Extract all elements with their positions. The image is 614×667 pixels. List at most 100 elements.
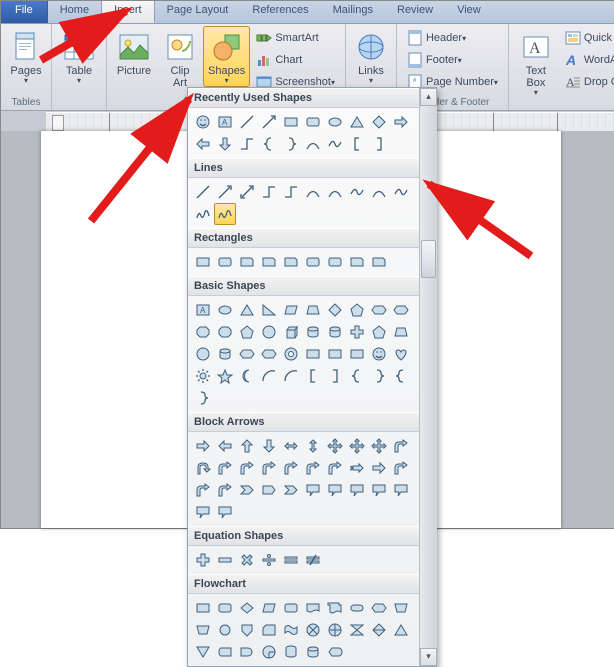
shape-free[interactable] xyxy=(390,181,412,203)
shape-lbrk[interactable] xyxy=(302,365,324,387)
tab-page-layout[interactable]: Page Layout xyxy=(155,1,241,23)
shape-elbow[interactable] xyxy=(258,181,280,203)
shape-cross[interactable] xyxy=(346,321,368,343)
shape-trap[interactable] xyxy=(302,299,324,321)
shape-roundrect[interactable] xyxy=(214,251,236,273)
shape-minus[interactable] xyxy=(214,549,236,571)
shape-roundrect[interactable] xyxy=(302,111,324,133)
shape-fcdisp[interactable] xyxy=(324,641,346,663)
shape-fcdata[interactable] xyxy=(258,597,280,619)
shape-fcstore[interactable] xyxy=(214,641,236,663)
wordart-button[interactable]: AWordArt ▾ xyxy=(561,50,614,70)
shape-rect[interactable] xyxy=(280,111,302,133)
shape-fcdisk[interactable] xyxy=(302,641,324,663)
shape-rect[interactable] xyxy=(324,343,346,365)
smartart-button[interactable]: SmartArt xyxy=(252,28,339,48)
shape-rtri[interactable] xyxy=(258,299,280,321)
shape-fcseq[interactable] xyxy=(258,641,280,663)
shape-fcsum[interactable] xyxy=(302,619,324,641)
drop-cap-button[interactable]: ADrop Cap ▾ xyxy=(561,72,614,92)
shape-diamond[interactable] xyxy=(324,299,346,321)
shape-rect[interactable] xyxy=(346,343,368,365)
shape-cube[interactable] xyxy=(280,321,302,343)
shape-lbrace[interactable] xyxy=(346,365,368,387)
tab-review[interactable]: Review xyxy=(385,1,445,23)
shape-fcoff[interactable] xyxy=(236,619,258,641)
quick-parts-button[interactable]: Quick Parts ▾ xyxy=(561,28,614,48)
shape-plus[interactable] xyxy=(192,549,214,571)
shape-smiley[interactable] xyxy=(368,343,390,365)
shape-hex[interactable] xyxy=(258,343,280,365)
shape-arc[interactable] xyxy=(258,365,280,387)
shape-rarrow[interactable] xyxy=(192,435,214,457)
shape-tri[interactable] xyxy=(236,299,258,321)
shape-bent[interactable] xyxy=(280,457,302,479)
shape-pent[interactable] xyxy=(368,321,390,343)
shape-elbow[interactable] xyxy=(280,181,302,203)
shape-notched[interactable] xyxy=(346,457,368,479)
shape-free[interactable] xyxy=(346,181,368,203)
shape-chevron[interactable] xyxy=(236,479,258,501)
shape-cyl[interactable] xyxy=(302,321,324,343)
shape-snip[interactable] xyxy=(236,251,258,273)
shapes-button[interactable]: Shapes▾ xyxy=(203,26,250,87)
shape-uarrow[interactable] xyxy=(236,435,258,457)
shape-curve[interactable] xyxy=(368,181,390,203)
shape-hex[interactable] xyxy=(368,299,390,321)
shape-elbow[interactable] xyxy=(236,133,258,155)
shape-textbox[interactable]: A xyxy=(192,299,214,321)
shape-line[interactable] xyxy=(236,111,258,133)
shape-diamond[interactable] xyxy=(368,111,390,133)
shape-curve[interactable] xyxy=(324,181,346,203)
shape-hex[interactable] xyxy=(236,343,258,365)
shape-fcterm[interactable] xyxy=(346,597,368,619)
shape-fctape[interactable] xyxy=(280,619,302,641)
shape-fcdec[interactable] xyxy=(236,597,258,619)
links-button[interactable]: Links▾ xyxy=(348,26,394,87)
dropdown-scrollbar[interactable]: ▴ ▾ xyxy=(419,88,437,666)
shape-chevron[interactable] xyxy=(280,479,302,501)
shape-fcconn[interactable] xyxy=(214,619,236,641)
shape-pent[interactable] xyxy=(236,321,258,343)
shape-quad[interactable] xyxy=(346,435,368,457)
shape-arc[interactable] xyxy=(280,365,302,387)
shape-rbrk[interactable] xyxy=(368,133,390,155)
shape-bent[interactable] xyxy=(258,457,280,479)
shape-bent[interactable] xyxy=(390,435,412,457)
shape-rbrk[interactable] xyxy=(324,365,346,387)
shape-bent[interactable] xyxy=(192,479,214,501)
shape-larrow[interactable] xyxy=(214,435,236,457)
shape-snip[interactable] xyxy=(258,251,280,273)
shape-snip[interactable] xyxy=(368,251,390,273)
shape-eq[interactable] xyxy=(280,549,302,571)
shape-para[interactable] xyxy=(280,299,302,321)
shape-fccard[interactable] xyxy=(258,619,280,641)
shape-rbrace[interactable] xyxy=(280,133,302,155)
shape-hex[interactable] xyxy=(390,299,412,321)
shape-mult[interactable] xyxy=(236,549,258,571)
shape-fcalt[interactable] xyxy=(214,597,236,619)
shape-arrowline[interactable] xyxy=(258,111,280,133)
shape-dblarrow[interactable] xyxy=(236,181,258,203)
shape-fcdelay[interactable] xyxy=(236,641,258,663)
shape-rect[interactable] xyxy=(192,251,214,273)
shape-oct[interactable] xyxy=(214,321,236,343)
text-box-button[interactable]: A Text Box▾ xyxy=(513,26,559,99)
tab-references[interactable]: References xyxy=(240,1,320,23)
shape-rbrace[interactable] xyxy=(368,365,390,387)
shape-fcprep[interactable] xyxy=(368,597,390,619)
shape-cyl[interactable] xyxy=(324,321,346,343)
shape-bent[interactable] xyxy=(236,457,258,479)
shape-fcalt[interactable] xyxy=(280,597,302,619)
shape-fcproc[interactable] xyxy=(192,597,214,619)
shape-udarrow[interactable] xyxy=(302,435,324,457)
shape-bent[interactable] xyxy=(390,457,412,479)
shape-oval[interactable] xyxy=(324,111,346,133)
shape-callout[interactable] xyxy=(192,501,214,523)
shape-fcextract[interactable] xyxy=(390,619,412,641)
shape-uturn[interactable] xyxy=(192,457,214,479)
footer-button[interactable]: Footer ▾ xyxy=(403,50,502,70)
shape-bent[interactable] xyxy=(324,457,346,479)
scroll-down-button[interactable]: ▾ xyxy=(420,648,437,666)
shape-div[interactable] xyxy=(258,549,280,571)
